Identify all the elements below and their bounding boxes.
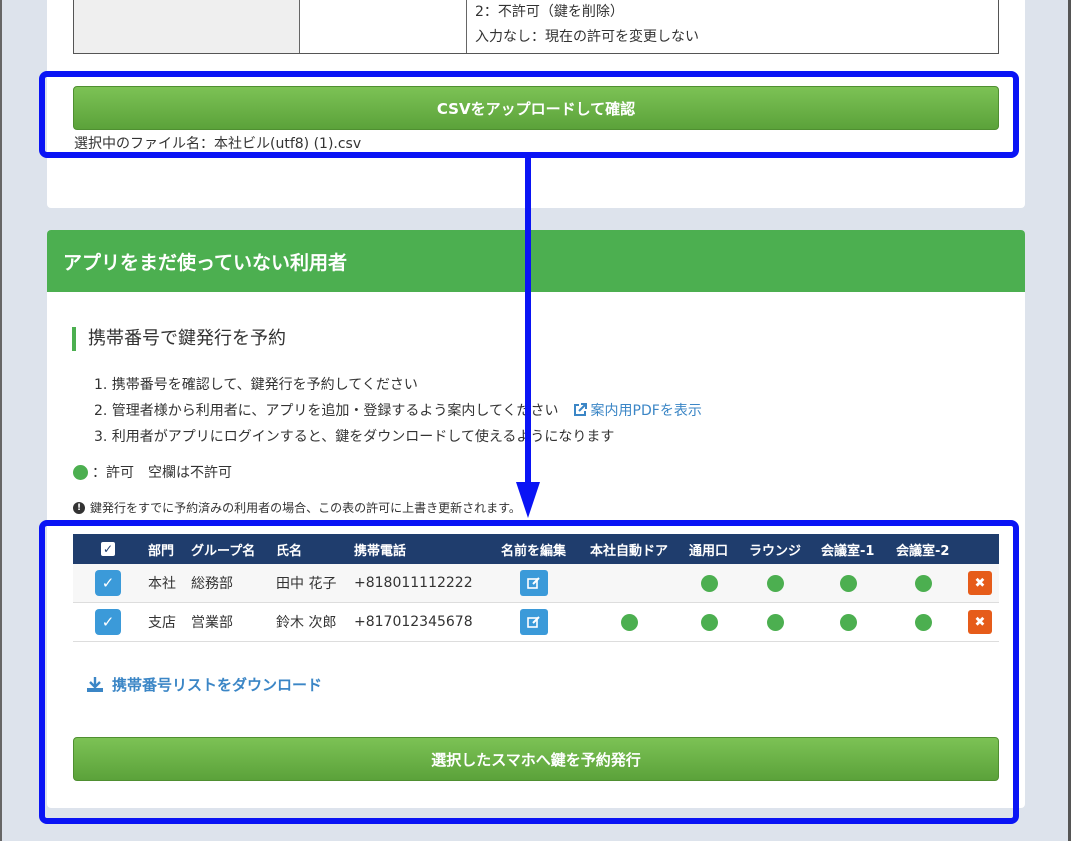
permit-dot-icon (73, 464, 88, 480)
legend: ：許可 空欄は不許可 (73, 462, 232, 482)
permission-description-table: 2：不許可（鍵を削除） 入力なし：現在の許可を変更しない (73, 0, 999, 54)
pdf-link[interactable]: 案内用PDFを表示 (573, 403, 702, 419)
highlight-box-upload (39, 71, 1019, 158)
section-title: 携帯番号で鍵発行を予約 (72, 327, 286, 351)
external-link-icon (573, 403, 587, 416)
highlight-box-table (39, 520, 1019, 824)
steps-list: 1. 携帯番号を確認して、鍵発行を予約してください 2. 管理者様から利用者に、… (94, 372, 702, 450)
exclamation-icon: ! (73, 501, 85, 514)
window-edge (0, 0, 2, 841)
step-item: 2. 管理者様から利用者に、アプリを追加・登録するよう案内してください 案内用PD… (94, 403, 702, 419)
arrow-line (525, 157, 531, 487)
step-item: 3. 利用者がアプリにログインすると、鍵をダウンロードして使えるようになります (94, 429, 615, 445)
desc-line: 入力なし：現在の許可を変更しない (475, 29, 699, 45)
desc-line: 2：不許可（鍵を削除） (475, 4, 624, 20)
card-header: アプリをまだ使っていない利用者 (47, 230, 1025, 292)
step-item: 1. 携帯番号を確認して、鍵発行を予約してください (94, 377, 418, 393)
warning-note: ! 鍵発行をすでに予約済みの利用者の場合、この表の許可に上書き更新されます。 (73, 499, 521, 516)
arrow-down-icon (516, 482, 540, 518)
